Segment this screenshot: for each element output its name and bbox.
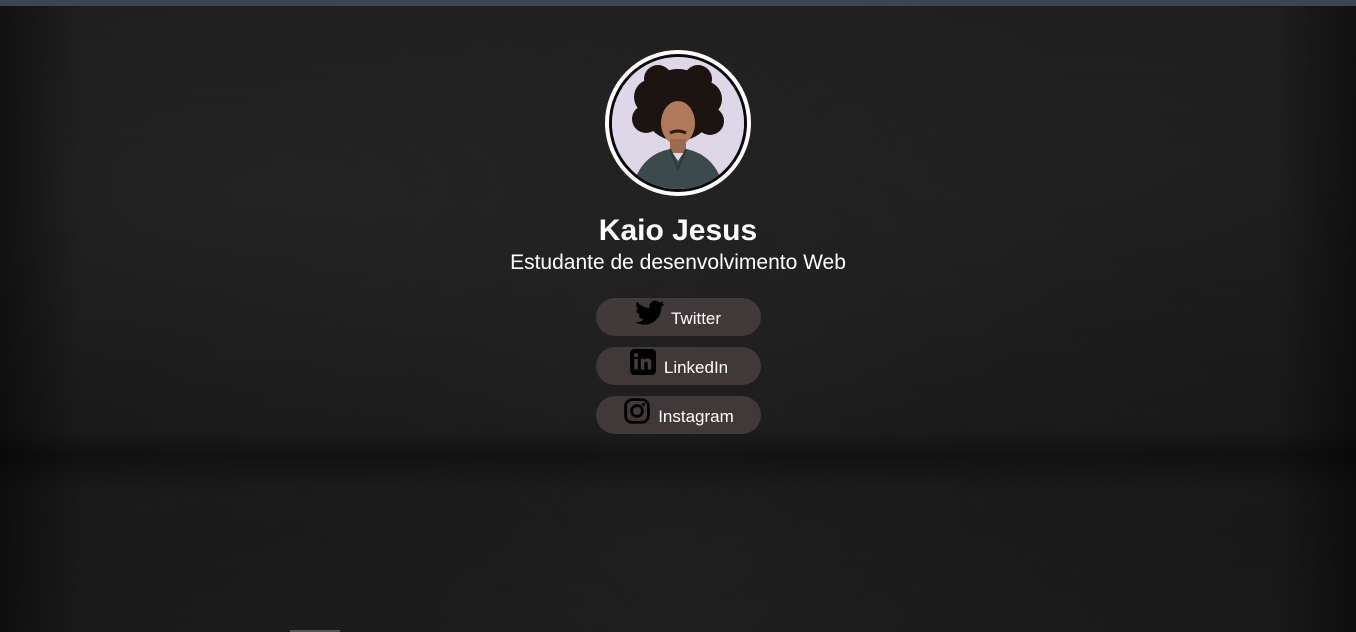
linkedin-label: LinkedIn <box>663 358 729 377</box>
top-strip <box>0 0 1356 6</box>
twitter-link-button[interactable]: Twitter <box>595 298 761 336</box>
twitter-icon <box>634 298 665 328</box>
profile-subtitle: Estudante de desenvolvimento Web <box>510 251 846 274</box>
instagram-label: Instagram <box>658 407 734 426</box>
profile-card: Kaio Jesus Estudante de desenvolvimento … <box>0 50 1356 434</box>
avatar-photo <box>612 57 744 189</box>
twitter-label: Twitter <box>670 309 722 328</box>
instagram-link-button[interactable]: Instagram <box>595 396 761 434</box>
profile-name: Kaio Jesus <box>598 214 758 247</box>
linkedin-link-button[interactable]: LinkedIn <box>595 347 761 385</box>
instagram-icon <box>622 396 652 426</box>
page-background: Kaio Jesus Estudante de desenvolvimento … <box>0 0 1356 632</box>
avatar <box>605 50 751 196</box>
linkedin-icon <box>628 347 658 377</box>
social-links: Twitter LinkedIn Instagram <box>595 298 761 434</box>
